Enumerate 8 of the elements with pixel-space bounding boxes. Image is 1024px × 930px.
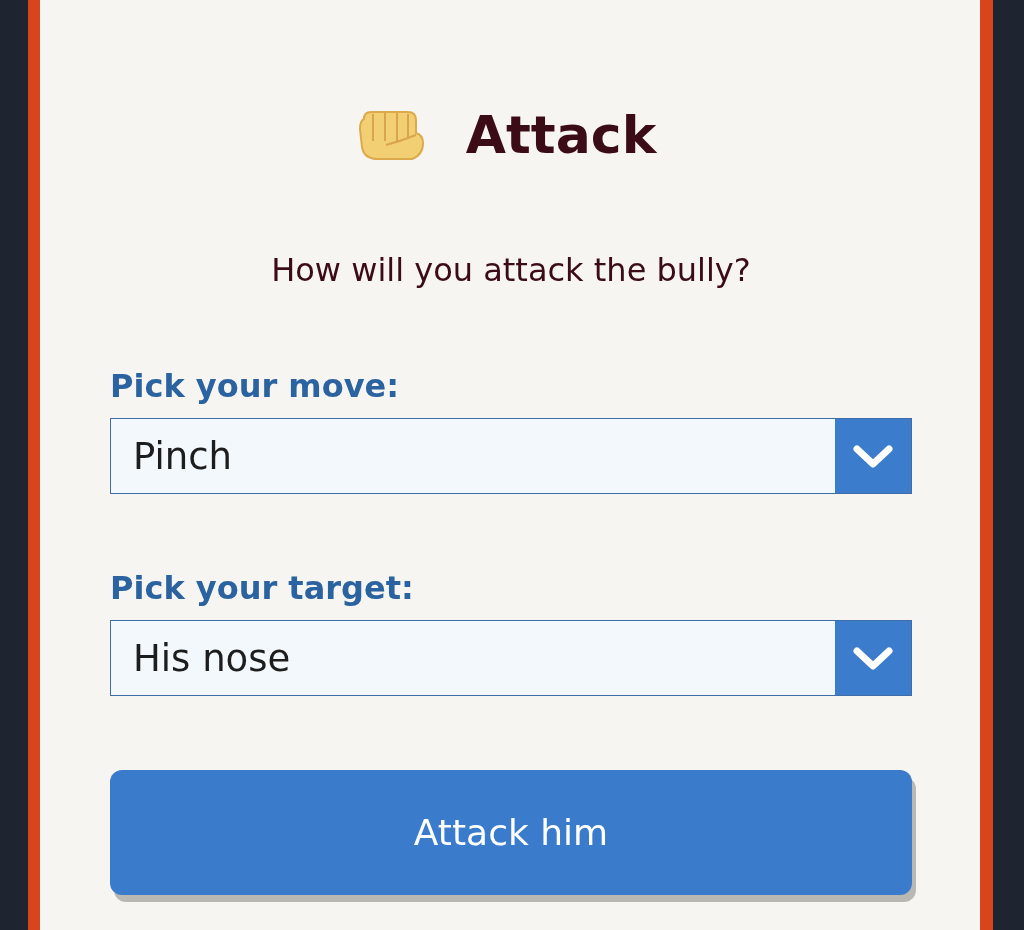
field-label: Pick your move:	[110, 366, 400, 406]
chevron-down-icon[interactable]	[835, 419, 911, 493]
chevron-down-icon[interactable]	[835, 621, 911, 695]
dropdown-field[interactable]: Pinch	[110, 418, 912, 494]
dialog-title: Attack	[465, 104, 657, 167]
dropdown-field[interactable]: His nose	[110, 620, 912, 696]
field-label: Pick your target:	[110, 568, 414, 608]
dialog-prompt: How will you attack the bully?	[270, 250, 752, 290]
